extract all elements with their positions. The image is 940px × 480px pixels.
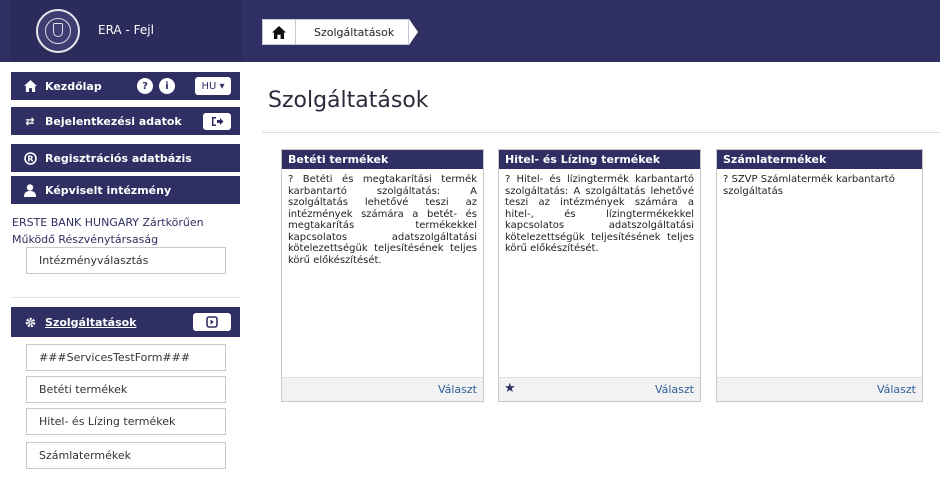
sidebar-institution-label: Képviselt intézmény	[45, 183, 172, 197]
top-bar: ERA - Fejl Szolgáltatások	[0, 0, 940, 62]
sidebar-registry-label: Regisztrációs adatbázis	[45, 151, 192, 165]
sidebar-home-label: Kezdőlap	[45, 79, 102, 93]
breadcrumb: Szolgáltatások	[262, 19, 419, 45]
service-item-account[interactable]: Számlatermékek	[26, 442, 226, 469]
choose-link[interactable]: Választ	[877, 383, 916, 396]
home-icon	[23, 79, 37, 93]
sidebar-home[interactable]: Kezdőlap ? i HU ▾	[11, 72, 240, 100]
gear-icon	[23, 315, 37, 329]
choose-link[interactable]: Választ	[438, 383, 477, 396]
breadcrumb-arrow	[409, 19, 419, 45]
institution-name-line1: ERSTE BANK HUNGARY Zártkörűen	[12, 216, 204, 229]
institution-name-line2: Működő Részvénytársaság	[12, 233, 159, 246]
info-icon[interactable]: i	[159, 78, 175, 94]
page-title: Szolgáltatások	[268, 88, 429, 113]
language-value: HU	[201, 80, 217, 92]
brand-block[interactable]: ERA - Fejl	[10, 0, 242, 62]
app-title: ERA - Fejl	[98, 23, 154, 37]
service-item-testform[interactable]: ###ServicesTestForm###	[26, 344, 226, 371]
card-description: ? Hitel- és lízingtermék karbantartó szo…	[505, 174, 694, 254]
sidebar-login-data[interactable]: ⇄ Bejelentkezési adatok	[11, 107, 240, 135]
card-footer: Választ	[717, 377, 922, 401]
card-title: Számlatermékek	[717, 150, 922, 169]
home-icon	[272, 25, 286, 39]
card-footer: ★ Választ	[499, 377, 700, 401]
coat-of-arms-logo	[36, 9, 80, 53]
sidebar-login-label: Bejelentkezési adatok	[45, 114, 182, 128]
institution-select-button[interactable]: Intézményválasztás	[26, 247, 226, 274]
sidebar-divider	[11, 297, 240, 298]
sidebar-services[interactable]: Szolgáltatások	[11, 307, 240, 337]
card-description: ? SZVP Számlatermék karbantartó szolgált…	[723, 174, 895, 197]
logout-icon[interactable]	[203, 113, 231, 130]
user-icon	[23, 183, 37, 197]
service-item-deposit[interactable]: Betéti termékek	[26, 376, 226, 403]
institution-name: ERSTE BANK HUNGARY Zártkörűen Működő Rés…	[12, 214, 204, 248]
svg-text:R: R	[27, 154, 33, 163]
service-card-loan-leasing: Hitel- és Lízing termékek ? Hitel- és lí…	[498, 149, 701, 402]
choose-link[interactable]: Választ	[655, 383, 694, 396]
collapse-toggle[interactable]	[193, 313, 231, 331]
card-title: Betéti termékek	[282, 150, 483, 169]
sidebar-registry[interactable]: R Regisztrációs adatbázis	[11, 144, 240, 172]
card-description: ? Betéti és megtakarítási termék karbant…	[288, 174, 477, 266]
card-footer: Választ	[282, 377, 483, 401]
title-divider	[262, 132, 940, 133]
card-title: Hitel- és Lízing termékek	[499, 150, 700, 169]
sidebar-services-label: Szolgáltatások	[45, 315, 137, 329]
help-icon[interactable]: ?	[137, 78, 153, 94]
registered-icon: R	[23, 151, 37, 165]
breadcrumb-current[interactable]: Szolgáltatások	[296, 19, 410, 45]
panel-toggle-icon	[206, 316, 218, 328]
sidebar-institution[interactable]: Képviselt intézmény	[11, 176, 240, 204]
service-card-account: Számlatermékek ? SZVP Számlatermék karba…	[716, 149, 923, 402]
service-item-loan-leasing[interactable]: Hitel- és Lízing termékek	[26, 408, 226, 435]
favorite-star-icon[interactable]: ★	[504, 381, 516, 396]
service-card-deposit: Betéti termékek ? Betéti és megtakarítás…	[281, 149, 484, 402]
language-select[interactable]: HU ▾	[195, 77, 231, 95]
breadcrumb-home[interactable]	[262, 19, 296, 45]
exchange-icon: ⇄	[25, 114, 35, 128]
